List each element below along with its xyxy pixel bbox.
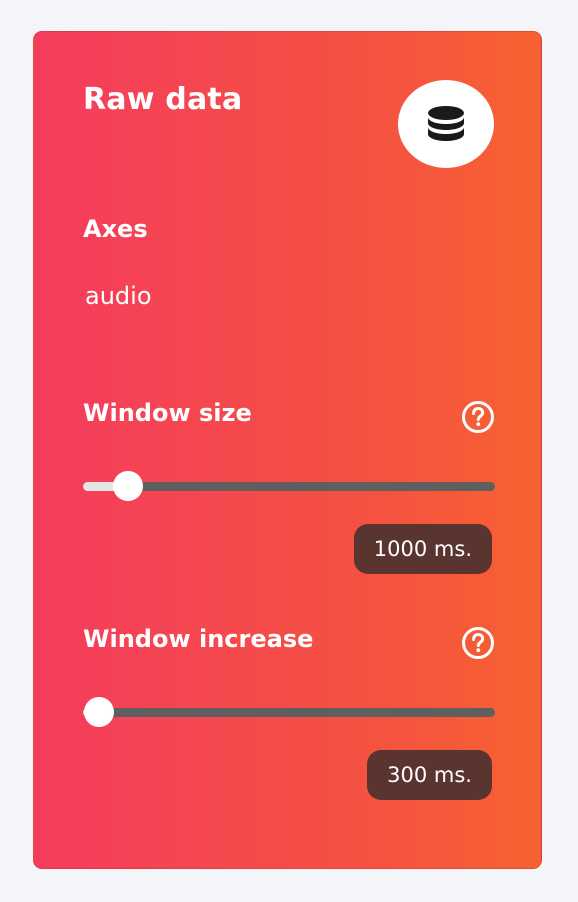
axes-value: audio [85, 282, 152, 310]
database-icon [428, 106, 464, 141]
window-increase-value-badge: 300 ms. [367, 750, 492, 800]
window-size-value-badge: 1000 ms. [353, 524, 492, 574]
window-size-thumb[interactable] [113, 471, 143, 501]
raw-data-card: Raw data Axes audio Window size 1000 ms.… [33, 31, 542, 869]
window-increase-thumb[interactable] [84, 697, 114, 727]
window-increase-label: Window increase [83, 625, 314, 653]
window-increase-help-icon[interactable] [461, 626, 495, 660]
window-size-help-icon[interactable] [461, 400, 495, 434]
window-increase-slider[interactable] [83, 697, 495, 727]
database-button[interactable] [398, 80, 494, 168]
axes-label: Axes [83, 215, 148, 243]
window-size-label: Window size [83, 399, 252, 427]
window-increase-track[interactable] [83, 708, 495, 717]
window-size-slider[interactable] [83, 471, 495, 501]
window-size-track[interactable] [83, 482, 495, 491]
card-title: Raw data [83, 82, 243, 117]
